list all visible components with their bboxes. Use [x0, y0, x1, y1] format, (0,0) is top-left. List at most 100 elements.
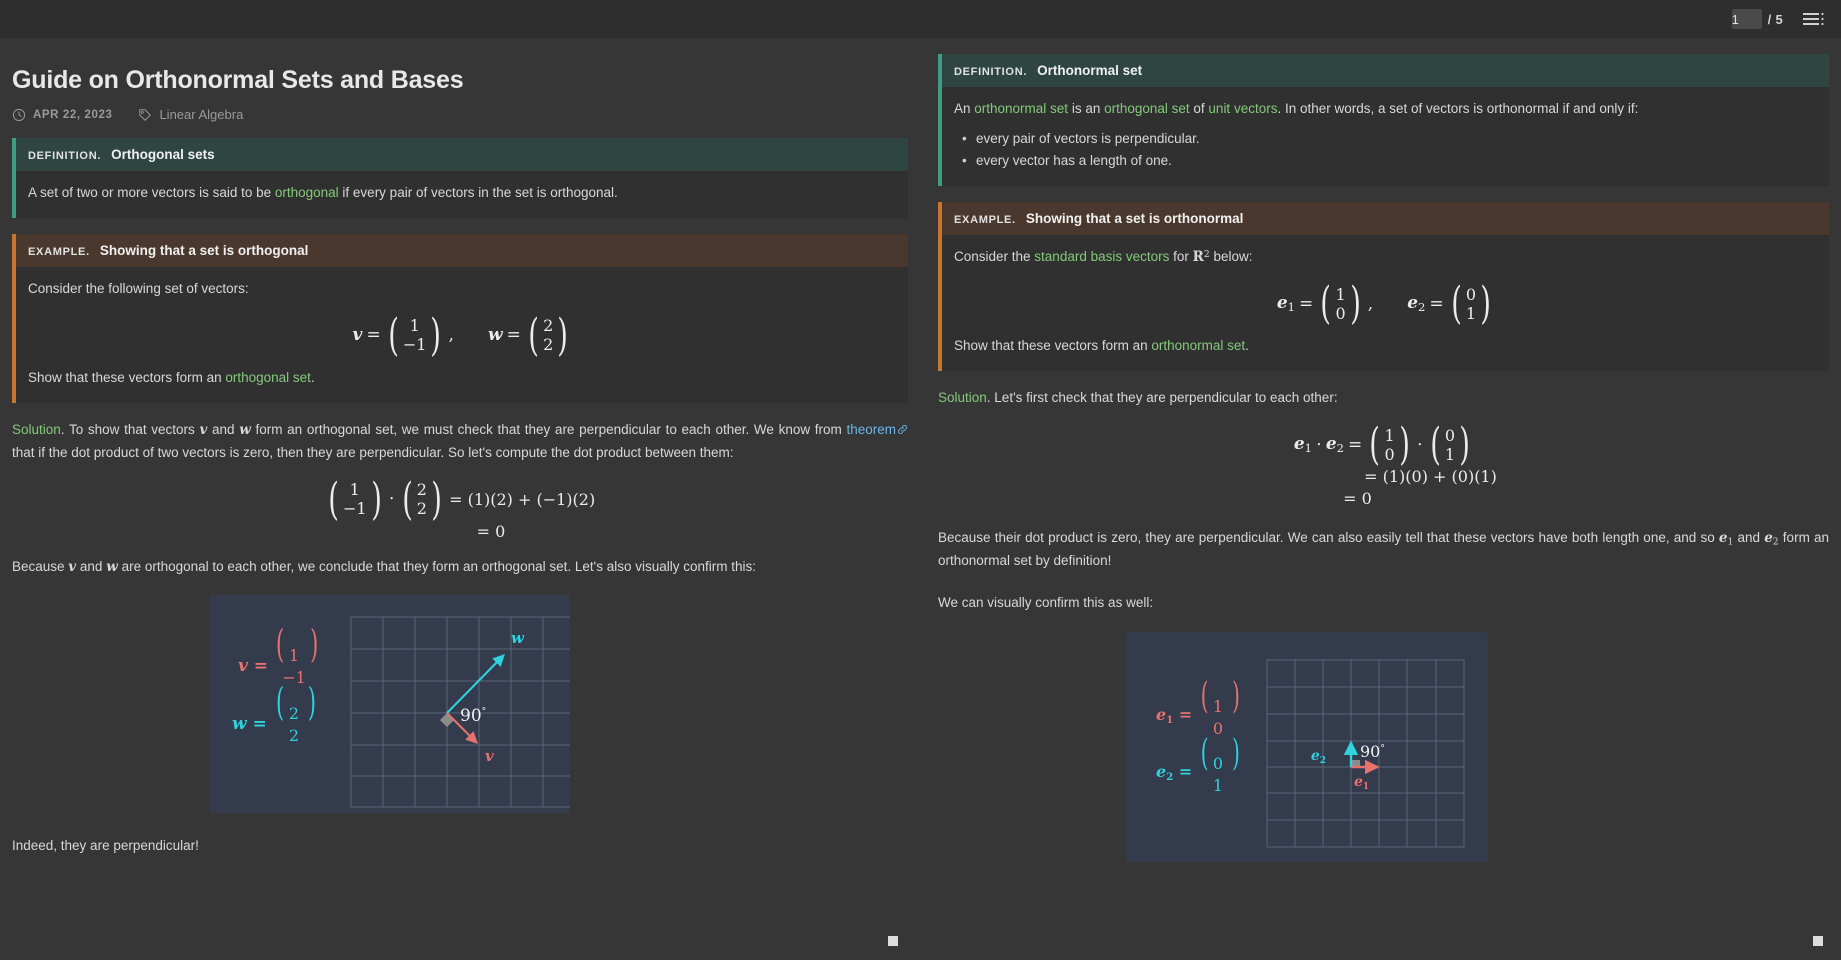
current-page-input[interactable]	[1731, 9, 1762, 29]
vector-w-top: 2	[543, 316, 554, 336]
column-page-2: DEFINITION. Orthonormal set An orthonorm…	[930, 38, 1841, 960]
paren-close: )	[1459, 419, 1470, 471]
callout-kind: DEFINITION.	[28, 150, 102, 162]
conclusion-paragraph-right: Because their dot product is zero, they …	[938, 527, 1829, 572]
column-page-1: Guide on Orthonormal Sets and Bases APR …	[0, 38, 920, 960]
figure-angle-label: 90°	[460, 706, 486, 726]
definition-link-unit-vectors[interactable]: unit vectors	[1208, 101, 1277, 116]
definition-text-pre: A set of two or more vectors is said to …	[28, 185, 275, 200]
figure-w-label: w	[511, 629, 525, 647]
vector-v-column: ( 1 −1 )	[385, 313, 445, 357]
paren-close: )	[557, 309, 569, 361]
vector-b-top: 0	[1444, 425, 1455, 445]
closing-post: .	[1245, 338, 1249, 354]
definition-bullet-list: every pair of vectors is perpendicular. …	[962, 128, 1817, 173]
example-basis-math: e1 = ( 1 0 ) , e2 = (0 1)	[954, 282, 1817, 326]
e1-operand: e1	[1293, 434, 1313, 455]
paren-close: )	[431, 473, 442, 525]
callout-name: Orthonormal set	[1037, 63, 1143, 78]
figure-v-label: v	[485, 747, 494, 765]
intro-post: below:	[1209, 249, 1253, 265]
closing-pre: Show that these vectors form an	[28, 369, 226, 385]
legend-e2-paren-open: (	[1201, 732, 1209, 774]
definition-text-mid-1: is an	[1068, 101, 1105, 116]
vector-v-label: v	[352, 325, 363, 346]
callout-name: Showing that a set is orthogonal	[99, 242, 309, 258]
paren-open: (	[1369, 419, 1381, 471]
callout-header: DEFINITION. Orthonormal set	[942, 54, 1829, 87]
solution-text-4: that if the dot product of two vectors i…	[12, 444, 734, 460]
vector-b-top: 2	[416, 480, 427, 500]
callout-header: EXAMPLE. Showing that a set is orthonorm…	[942, 202, 1829, 236]
paren-close: )	[1398, 419, 1410, 471]
intro-link-standard-basis[interactable]: standard basis vectors	[1034, 249, 1169, 264]
vector-v-top: 1	[409, 316, 420, 336]
figure-svg: w v 90° v = ( 1 −1 ) w = ( 2 2 )	[232, 616, 570, 807]
callout-body: An orthonormal set is an orthogonal set …	[942, 87, 1829, 186]
solution-label: Solution	[938, 390, 987, 406]
legend-e1-paren-open: (	[1201, 675, 1209, 717]
vector-e1-label: e1	[1276, 293, 1296, 315]
definition-callout-orthonormal-set: DEFINITION. Orthonormal set An orthonorm…	[938, 54, 1829, 187]
dot-result-line-2: = 0	[1343, 489, 1372, 509]
figure-angle-label: 90°	[1360, 742, 1385, 761]
intro-mid: for	[1169, 249, 1193, 265]
legend-w-top: 2	[289, 704, 299, 723]
callout-header: DEFINITION. Orthogonal sets	[16, 138, 908, 171]
callout-header: EXAMPLE. Showing that a set is orthogona…	[16, 233, 908, 267]
definition-callout-orthogonal-sets: DEFINITION. Orthogonal sets A set of two…	[12, 138, 908, 218]
vector-e1-column: ( 1 0 )	[1317, 282, 1364, 326]
figure-vector-legend: v = ( 1 −1 ) w = ( 2 2 )	[232, 623, 318, 744]
external-link-icon[interactable]	[897, 420, 908, 442]
vector-b-bottom: 2	[416, 499, 427, 519]
vector-e2-column: ( 0 1 )	[1448, 282, 1495, 326]
theorem-link[interactable]: theorem	[846, 422, 896, 437]
field-symbol: R2	[1192, 249, 1210, 266]
legend-v-paren-open: (	[276, 623, 284, 666]
list-item: every vector has a length of one.	[962, 150, 1817, 173]
paren-open: (	[328, 473, 339, 525]
callout-kind: EXAMPLE.	[954, 214, 1016, 227]
inline-vector-w: w	[106, 558, 118, 575]
final-note-left: Indeed, they are perpendicular!	[12, 837, 199, 853]
scroll-marker-right[interactable]	[1813, 936, 1823, 946]
legend-v-paren-close: )	[310, 623, 318, 666]
equals-sign: =	[1348, 434, 1363, 455]
vector-e1-bottom: 0	[1335, 303, 1346, 323]
math-comma: ,	[1367, 293, 1374, 314]
meta-date: APR 22, 2023	[12, 108, 112, 122]
vector-a-column: ( 1 0 )	[1366, 419, 1413, 471]
vector-b-bottom: 1	[1444, 444, 1455, 464]
conclusion-paragraph-left: Because v and w are orthogonal to each o…	[12, 556, 908, 579]
definition-link-orthogonal-set[interactable]: orthogonal set	[1104, 101, 1190, 116]
callout-name: Orthogonal sets	[111, 147, 215, 162]
meta-date-label: APR 22, 2023	[33, 108, 113, 121]
e1-subscript: 1	[1287, 300, 1296, 315]
hamburger-menu-icon[interactable]	[1801, 8, 1827, 30]
solution-text-1: . To show that vectors	[60, 421, 200, 437]
inline-e1: e1	[1718, 530, 1734, 548]
meta-tag[interactable]: Linear Algebra	[138, 107, 243, 122]
callout-body: A set of two or more vectors is said to …	[16, 171, 908, 218]
definition-link-orthonormal-set[interactable]: orthonormal set	[974, 101, 1068, 116]
meta-tag-label: Linear Algebra	[159, 107, 244, 122]
example-callout-orthonormal: EXAMPLE. Showing that a set is orthonorm…	[938, 202, 1829, 372]
solution-paragraph-right: Solution. Let's first check that they ar…	[938, 387, 1829, 409]
paren-open: (	[401, 473, 413, 525]
tag-icon	[138, 108, 152, 122]
legend-v-label: v =	[238, 656, 268, 676]
scroll-marker-center[interactable]	[888, 936, 898, 946]
definition-text-mid-2: of	[1189, 101, 1209, 116]
app-root: / 5 Guide on Orthonormal Sets and Bases	[0, 0, 1841, 960]
example-callout-orthogonal: EXAMPLE. Showing that a set is orthogona…	[12, 233, 908, 403]
e2-operand: e2	[1325, 434, 1345, 455]
solution-text: . Let's first check that they are perpen…	[986, 390, 1338, 406]
closing-link-orthogonal-set[interactable]: orthogonal set	[225, 370, 311, 385]
vector-e2-bottom: 1	[1465, 303, 1476, 323]
solution-text-3: form an orthogonal set, we must check th…	[250, 421, 847, 437]
closing-link-orthonormal-set[interactable]: orthonormal set	[1151, 338, 1245, 353]
legend-w-paren-close: )	[308, 681, 316, 724]
vector-e2-label: e2	[1407, 293, 1426, 315]
definition-link-orthogonal[interactable]: orthogonal	[275, 185, 339, 200]
legend-w-bottom: 2	[289, 726, 299, 745]
